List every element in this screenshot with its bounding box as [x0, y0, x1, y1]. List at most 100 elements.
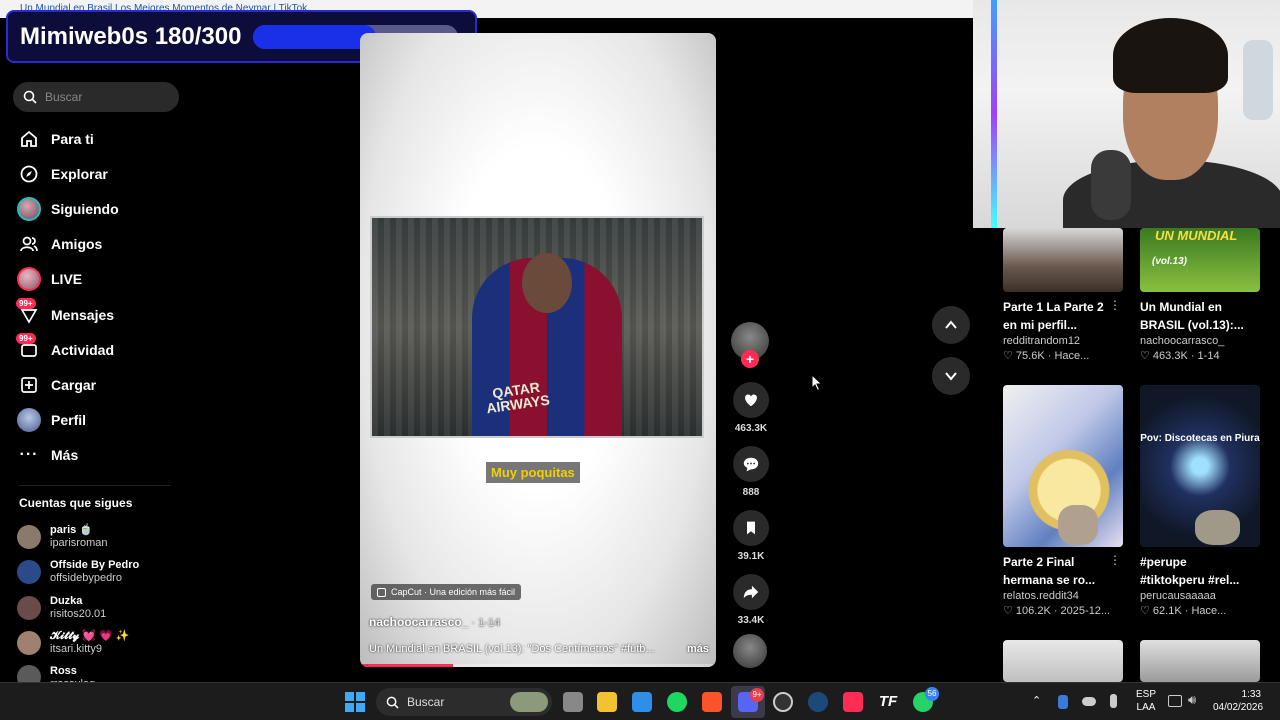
capcut-icon: [377, 587, 386, 597]
comment-action[interactable]: 888: [731, 446, 771, 498]
mic-tray-icon[interactable]: [1110, 694, 1117, 708]
sidebar-item-label: Para ti: [51, 130, 94, 147]
tf-app-icon[interactable]: TF: [878, 692, 898, 712]
video-author[interactable]: nachoocarrasco_ · 1-14: [369, 615, 500, 629]
card-title: Parte 2 Final hermana se ro...: [1003, 555, 1096, 587]
next-video-button[interactable]: [932, 357, 970, 395]
card-meta: ♡ 62.1K · Hace...: [1140, 605, 1227, 617]
tray-overflow-icon[interactable]: ⌃: [1032, 694, 1041, 707]
more-link[interactable]: más: [687, 643, 709, 655]
save-action[interactable]: 39.1K: [731, 510, 771, 562]
activity-icon: 99+: [16, 332, 42, 363]
sidebar-item-label: Cargar: [51, 376, 97, 393]
thumbnail-text: UN MUNDIAL: [1155, 228, 1238, 243]
tiktok-icon[interactable]: [843, 692, 863, 712]
onedrive-icon[interactable]: [1082, 697, 1096, 706]
bluetooth-icon[interactable]: [1058, 695, 1068, 709]
steam-icon[interactable]: [808, 692, 828, 712]
mouse-cursor-icon: [811, 374, 823, 392]
sidebar-item-amigos[interactable]: Amigos: [16, 227, 186, 262]
sidebar-item-para-ti[interactable]: Para ti: [16, 121, 186, 156]
recommended-card[interactable]: Parte 1 La Parte 2 en mi perfil... reddit…: [1003, 228, 1125, 364]
following-account[interactable]: paris 🍵 iparisroman: [17, 519, 187, 555]
share-icon[interactable]: [733, 574, 769, 610]
account-name: paris 🍵: [50, 523, 94, 536]
sidebar-item-mensajes[interactable]: 99+ Mensajes: [16, 297, 186, 332]
following-account[interactable]: Offside By Pedro offsidebypedro: [17, 555, 187, 591]
heart-icon[interactable]: [733, 382, 769, 418]
following-list: paris 🍵 iparisroman Offside By Pedro offsi…: [17, 519, 187, 687]
search-input[interactable]: Buscar: [13, 82, 179, 112]
share-action[interactable]: 33.4K: [731, 574, 771, 626]
store-icon[interactable]: [632, 692, 652, 712]
sidebar-item-siguiendo[interactable]: Siguiendo: [16, 191, 186, 226]
music-disc-avatar[interactable]: [733, 634, 767, 668]
search-icon: [386, 696, 399, 709]
sidebar-item-label: Explorar: [51, 165, 108, 182]
sidebar-item-explorar[interactable]: Explorar: [16, 156, 186, 191]
card-username: perucausaaaaa: [1140, 590, 1216, 602]
account-name: Duzka: [50, 594, 83, 607]
video-thumbnail[interactable]: Pov: Discotecas en Piura: [1140, 385, 1260, 547]
video-thumbnail[interactable]: [1003, 640, 1123, 682]
cat-sticker: [1058, 505, 1098, 545]
recommended-card[interactable]: [1140, 640, 1262, 682]
home-icon: [16, 126, 42, 152]
video-thumbnail[interactable]: UN MUNDIAL (vol.13): [1140, 228, 1260, 292]
author-avatar[interactable]: +: [731, 322, 769, 368]
capcut-tag[interactable]: CapCut · Una edición más fácil: [371, 584, 522, 600]
recommended-card[interactable]: Pov: Discotecas en Piura #perupe #tiktokp…: [1140, 385, 1262, 619]
card-meta: ♡ 106.2K · 2025-12...: [1003, 605, 1111, 617]
search-highlight-icon: [510, 692, 548, 712]
previous-video-button[interactable]: [932, 306, 970, 344]
windows-start-icon[interactable]: [345, 692, 365, 712]
following-account[interactable]: Duzka risitos20.01: [17, 590, 187, 626]
spotify-icon[interactable]: [667, 692, 687, 712]
following-account[interactable]: 𝓚𝓲𝓽𝓽𝔂 💓 💗 ✨ itsari.kitty9: [17, 626, 187, 662]
video-thumbnail[interactable]: [1003, 385, 1123, 547]
recommended-card[interactable]: Parte 2 Final hermana se ro... relatos.re…: [1003, 385, 1125, 619]
language-indicator[interactable]: ESP LAA: [1136, 688, 1156, 714]
account-name: Ross: [50, 665, 77, 677]
video-thumbnail[interactable]: [1140, 640, 1260, 682]
volume-icon[interactable]: 🔊︎: [1188, 692, 1196, 708]
recommended-card[interactable]: UN MUNDIAL (vol.13) Un Mundial en BRASIL …: [1140, 228, 1262, 364]
video-caption: Muy poquitas: [486, 462, 580, 483]
taskbar-search[interactable]: Buscar: [376, 688, 552, 716]
sidebar-item-cargar[interactable]: Cargar: [16, 367, 186, 402]
sidebar-item-perfil[interactable]: Perfil: [16, 403, 186, 438]
file-explorer-icon[interactable]: [597, 692, 617, 712]
sidebar-item-label: Más: [51, 447, 79, 464]
clock[interactable]: 1:33 04/02/2026: [1213, 688, 1263, 714]
capcut-label: CapCut · Una edición más fácil: [391, 587, 516, 597]
sidebar-divider: [19, 485, 171, 486]
avatar: [17, 631, 41, 656]
like-action[interactable]: 463.3K: [731, 382, 771, 434]
sidebar-item-actividad[interactable]: 99+ Actividad: [16, 332, 186, 367]
network-icon[interactable]: [1168, 695, 1182, 707]
video-date: · 1-14: [468, 617, 501, 629]
microphone-icon: [1091, 150, 1131, 220]
comment-count: 888: [742, 487, 760, 498]
share-count: 33.4K: [737, 615, 765, 626]
following-avatar-icon: [16, 196, 42, 222]
follow-plus-icon[interactable]: +: [741, 350, 759, 368]
sidebar-item-live[interactable]: LIVE: [16, 262, 186, 297]
account-username: offsidebypedro: [50, 572, 122, 585]
obs-icon[interactable]: [773, 692, 793, 712]
avatar: [17, 595, 41, 620]
comment-icon[interactable]: [733, 446, 769, 482]
sidebar-item-mas[interactable]: ··· Más: [16, 438, 186, 473]
brave-icon[interactable]: [702, 692, 722, 712]
video-player[interactable]: QATAR AIRWAYS Muy poquitas CapCut · Una …: [360, 33, 716, 667]
bookmark-icon[interactable]: [733, 510, 769, 546]
video-progress-bar[interactable]: [360, 664, 716, 667]
sidebar-item-label: LIVE: [51, 271, 83, 288]
activity-badge: 99+: [16, 332, 36, 344]
stream-goal-fill: [253, 24, 377, 49]
more-options-icon[interactable]: ⋮: [1109, 298, 1121, 312]
task-view-icon[interactable]: [563, 692, 583, 712]
more-options-icon[interactable]: ⋮: [1109, 553, 1121, 567]
video-thumbnail[interactable]: [1003, 228, 1123, 292]
recommended-card[interactable]: [1003, 640, 1125, 682]
